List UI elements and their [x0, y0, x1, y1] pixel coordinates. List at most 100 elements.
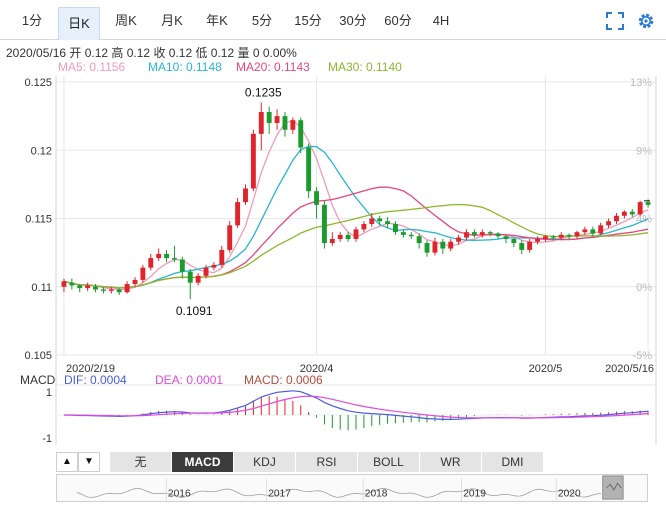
candle-body	[645, 202, 651, 205]
candle-body	[187, 271, 193, 283]
candle-body	[464, 232, 469, 238]
candle-body	[85, 285, 91, 289]
candle-body	[487, 232, 493, 234]
macd-y-tick: 1	[46, 387, 52, 399]
candle-body	[156, 253, 162, 259]
candle-body	[448, 241, 454, 249]
candle-body	[290, 120, 296, 130]
indicator-tab-none[interactable]: 无	[110, 452, 172, 472]
candle-body	[558, 234, 564, 238]
navigator-year: 2017	[268, 488, 291, 499]
candle-body	[243, 188, 248, 203]
y-tick-label: 0.115	[25, 214, 52, 226]
macd-value-label: MACD: 0.0006	[244, 373, 323, 387]
candle-body	[590, 229, 596, 234]
candle-body	[606, 221, 612, 226]
indicator-tab-boll[interactable]: BOLL	[358, 452, 420, 472]
candle-body	[535, 238, 540, 242]
indicator-bar: ▲ ▼ 无 MACD KDJ RSI BOLL WR DMI	[56, 452, 656, 472]
candle-body	[495, 233, 501, 237]
scroll-left-icon[interactable]: ▲	[56, 452, 78, 472]
navigator-year: 2016	[168, 488, 191, 499]
candle-body	[337, 234, 343, 239]
candle-body	[266, 112, 272, 123]
candle-body	[282, 116, 288, 130]
candle-body	[369, 218, 375, 224]
candle-body	[629, 211, 635, 215]
candle-body	[164, 253, 170, 259]
navigator-year: 2020	[558, 488, 581, 499]
candle-body	[416, 236, 422, 244]
candle-body	[479, 232, 485, 235]
y-tick-label: 0.125	[24, 77, 52, 89]
candle-body	[108, 289, 114, 291]
y-tick-label: 0.11	[31, 282, 52, 294]
candle-body	[353, 229, 359, 239]
candle-body	[69, 282, 75, 286]
candle-body	[132, 279, 138, 285]
indicator-tab-macd[interactable]: MACD	[172, 452, 234, 472]
candle-body	[227, 225, 233, 250]
navigator-trace	[77, 487, 601, 498]
candle-body	[274, 116, 280, 123]
x-tick-label: 2020/5/16	[605, 363, 654, 375]
y-pct-label: 0%	[636, 282, 652, 294]
candle-body	[440, 241, 446, 249]
macd-y-tick: -1	[42, 433, 52, 445]
indicator-tab-dmi[interactable]: DMI	[482, 452, 544, 472]
macd-dea-label: DEA: 0.0001	[155, 373, 223, 387]
candle-body	[203, 267, 209, 276]
candle-body	[100, 289, 106, 291]
candle-body	[345, 234, 351, 239]
indicator-tab-kdj[interactable]: KDJ	[234, 452, 296, 472]
macd-dif-label: DIF: 0.0004	[64, 373, 127, 387]
y-tick-label: 0.105	[24, 350, 52, 362]
candle-body	[377, 218, 383, 222]
high-annotation: 0.1235	[245, 85, 282, 99]
candle-body	[314, 191, 319, 205]
candle-body	[408, 234, 414, 237]
candle-body	[471, 232, 477, 235]
candle-body	[140, 267, 146, 280]
candle-body	[385, 221, 391, 224]
candle-body	[519, 243, 525, 250]
y-tick-label: 0.12	[31, 145, 52, 157]
candle-body	[424, 243, 430, 253]
candle-body	[400, 232, 406, 235]
candle-body	[116, 289, 122, 293]
candle-body	[574, 232, 580, 237]
candle-body	[61, 281, 67, 287]
y-pct-label: 13%	[630, 77, 652, 89]
indicator-tab-rsi[interactable]: RSI	[296, 452, 358, 472]
candle-body	[179, 259, 185, 272]
navigator-handle[interactable]	[602, 475, 624, 500]
candle-body	[637, 202, 643, 215]
candle-body	[582, 229, 588, 233]
candle-body	[250, 133, 256, 189]
candle-body	[432, 241, 438, 253]
candle-body	[393, 223, 398, 233]
candle-body	[195, 275, 201, 283]
candle-body	[258, 112, 264, 134]
candle-body	[511, 238, 517, 244]
candle-body	[306, 147, 312, 192]
candle-body	[219, 249, 225, 265]
candle-body	[527, 241, 533, 250]
x-tick-label: 2020/5	[529, 363, 563, 375]
low-annotation: 0.1091	[176, 304, 213, 318]
candle-body	[614, 215, 619, 222]
candle-body	[542, 236, 548, 239]
scroll-right-icon[interactable]: ▼	[78, 452, 100, 472]
navigator-year: 2019	[463, 488, 486, 499]
time-navigator[interactable]: 2016 2017 2018 2019 2020	[56, 474, 648, 502]
candle-body	[211, 264, 217, 268]
candle-body	[456, 237, 462, 242]
candle-body	[93, 286, 98, 290]
candle-body	[77, 285, 83, 289]
navigator-year: 2018	[365, 488, 388, 499]
y-pct-label: -5%	[632, 350, 652, 362]
candle-body	[550, 236, 556, 238]
indicator-tab-wr[interactable]: WR	[420, 452, 482, 472]
y-pct-label: 4%	[636, 214, 652, 226]
kline-chart[interactable]: 0.125 13%0.12 9%0.115 4%0.11 0%0.105 -5%2020/…	[0, 0, 666, 452]
